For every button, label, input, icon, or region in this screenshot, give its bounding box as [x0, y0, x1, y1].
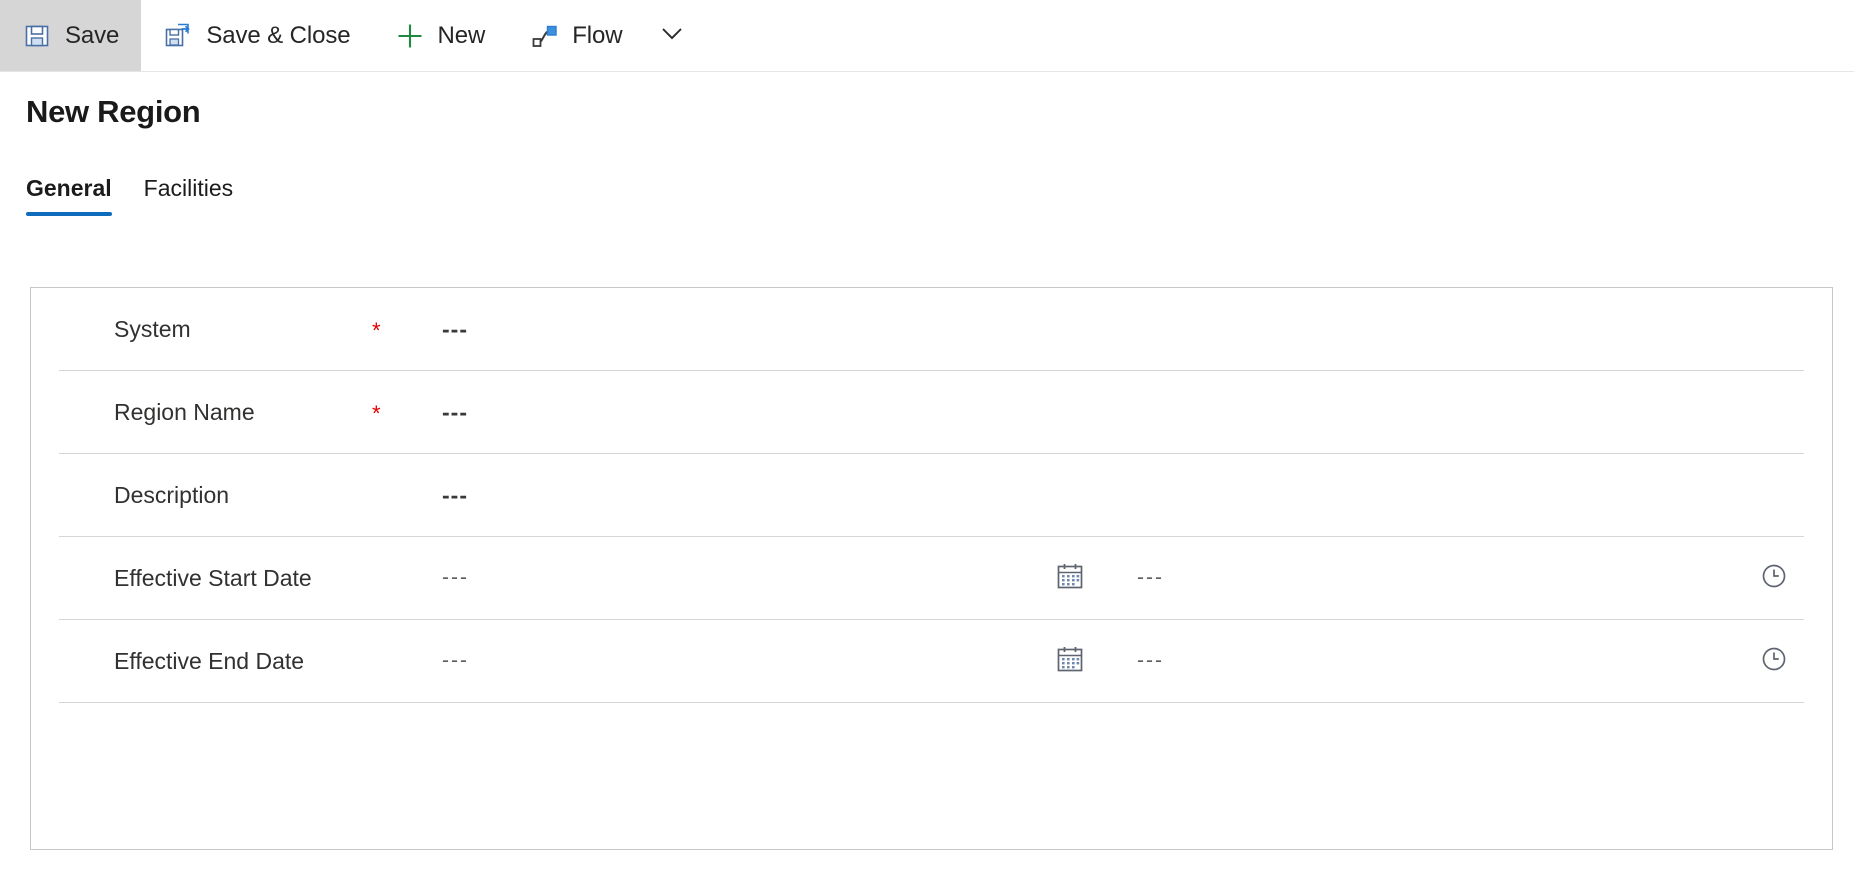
- required-marker-region-name: *: [372, 401, 381, 426]
- form-card-bottom-spacer: [31, 703, 1832, 769]
- field-label-region-name: Region Name: [114, 398, 255, 425]
- form-row-description: Description ---: [59, 454, 1804, 537]
- save-button-label: Save: [65, 21, 120, 49]
- form-card: System * --- Region Name * --- Descripti…: [30, 287, 1833, 850]
- overflow-menu-button[interactable]: [645, 0, 699, 71]
- calendar-icon: [1055, 561, 1085, 596]
- tab-strip: General Facilities: [26, 170, 265, 216]
- page-title: New Region: [26, 94, 201, 129]
- required-marker-effective-start-date-placeholder: [372, 576, 408, 580]
- calendar-picker-effective-start-date[interactable]: [1053, 561, 1087, 595]
- calendar-picker-effective-end-date[interactable]: [1053, 644, 1087, 678]
- form-row-region-name: Region Name * ---: [59, 371, 1804, 454]
- form-row-effective-start-date: Effective Start Date --- ---: [59, 537, 1804, 620]
- field-label-effective-start-date: Effective Start Date: [114, 564, 312, 591]
- field-value-effective-end-date[interactable]: ---: [408, 649, 469, 673]
- tab-general-label: General: [26, 175, 112, 201]
- chevron-down-icon: [659, 20, 685, 51]
- calendar-icon: [1055, 644, 1085, 679]
- time-picker-effective-end-date[interactable]: [1757, 644, 1791, 678]
- new-button-label: New: [437, 21, 486, 49]
- flow-button-label: Flow: [572, 21, 623, 49]
- command-bar: Save Save & Close New Flow: [0, 0, 1854, 72]
- new-button[interactable]: New: [373, 0, 508, 71]
- field-label-system: System: [114, 315, 191, 342]
- save-icon: [22, 21, 52, 51]
- required-marker-effective-end-date-placeholder: [372, 659, 408, 663]
- field-value-effective-start-date[interactable]: ---: [408, 566, 469, 590]
- flow-icon: [529, 21, 559, 51]
- save-button[interactable]: Save: [0, 0, 142, 71]
- flow-button[interactable]: Flow: [507, 0, 644, 71]
- form-row-effective-end-date: Effective End Date --- ---: [59, 620, 1804, 703]
- form-row-system: System * ---: [59, 288, 1804, 371]
- tab-general[interactable]: General: [26, 175, 112, 216]
- field-label-description: Description: [114, 481, 230, 508]
- field-value-system[interactable]: ---: [408, 316, 468, 343]
- tab-facilities[interactable]: Facilities: [144, 175, 233, 216]
- clock-icon: [1759, 561, 1789, 596]
- save-and-close-button-label: Save & Close: [206, 21, 351, 49]
- required-marker-description-placeholder: [372, 493, 408, 497]
- field-value-region-name[interactable]: ---: [408, 399, 468, 426]
- time-picker-effective-start-date[interactable]: [1757, 561, 1791, 595]
- tab-facilities-label: Facilities: [143, 175, 234, 201]
- save-and-close-icon: [163, 21, 193, 51]
- field-value-effective-end-time[interactable]: ---: [1137, 649, 1164, 673]
- field-value-effective-start-time[interactable]: ---: [1137, 566, 1164, 590]
- plus-icon: [395, 21, 425, 51]
- field-label-effective-end-date: Effective End Date: [114, 647, 305, 674]
- clock-icon: [1759, 644, 1789, 679]
- save-and-close-button[interactable]: Save & Close: [141, 0, 372, 71]
- required-marker-system: *: [372, 318, 381, 343]
- field-value-description[interactable]: ---: [408, 482, 468, 509]
